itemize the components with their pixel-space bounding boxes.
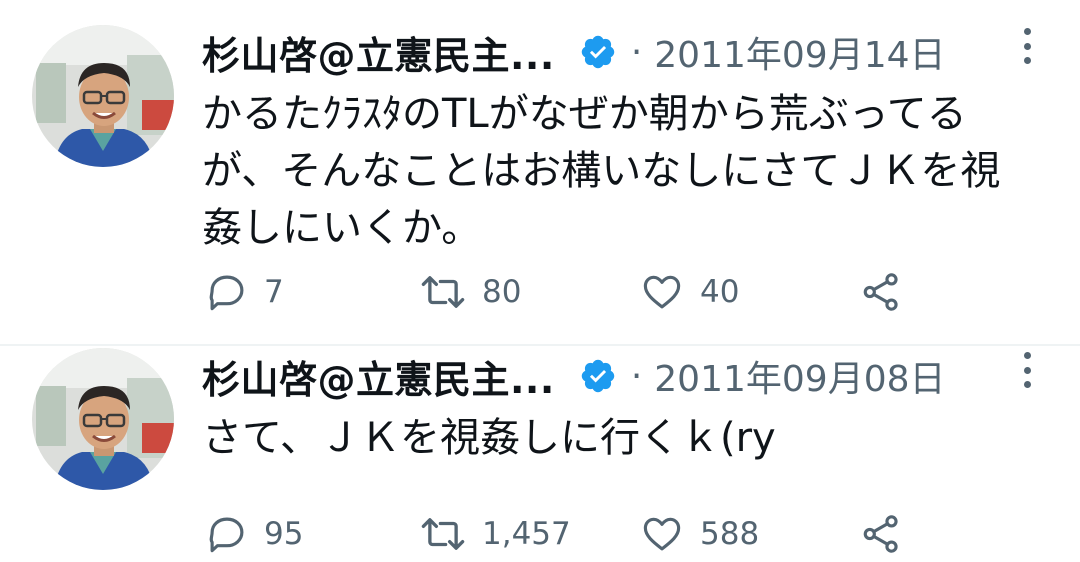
more-options-icon[interactable] (1022, 352, 1032, 388)
reply-icon (209, 275, 244, 311)
share-icon (863, 273, 898, 311)
tweet[interactable]: 杉山啓@立憲民主... · 2011年09月08日 さて、ＪＫを視姦しに行くｋ(… (0, 346, 1080, 562)
retweet-button[interactable]: 80 (420, 264, 521, 320)
share-icon (863, 515, 898, 553)
retweet-count: 80 (482, 274, 522, 310)
tweet-text: さて、ＪＫを視姦しに行くｋ(ry (202, 415, 776, 461)
verified-badge-icon (579, 33, 617, 71)
like-count: 40 (700, 274, 740, 310)
like-button[interactable]: 588 (640, 506, 759, 562)
retweet-button[interactable]: 1,457 (420, 506, 571, 562)
author-name[interactable]: 杉山啓@立憲民主... (202, 349, 555, 404)
avatar[interactable] (32, 25, 174, 167)
reply-button[interactable]: 95 (206, 506, 303, 562)
retweet-icon (421, 518, 465, 550)
retweet-icon (421, 276, 465, 308)
tweet-date[interactable]: 2011年09月14日 (654, 26, 945, 78)
verified-badge-icon (579, 357, 617, 395)
reply-icon (209, 517, 244, 553)
separator-dot: · (630, 31, 643, 73)
separator-dot: · (630, 355, 643, 397)
tweet-text: かるたｸﾗｽﾀのTLがなぜか朝から荒ぶってる が、そんなことはお構いなしにさてＪ… (202, 91, 1001, 251)
share-button[interactable] (860, 264, 902, 320)
share-button[interactable] (860, 506, 902, 562)
author-name[interactable]: 杉山啓@立憲民主... (202, 25, 555, 80)
tweet[interactable]: 杉山啓@立憲民主... · 2011年09月14日 かるたｸﾗｽﾀのTLがなぜか… (0, 0, 1080, 346)
avatar-photo (32, 348, 174, 490)
heart-icon (643, 517, 681, 551)
heart-icon (643, 275, 681, 309)
tweet-date[interactable]: 2011年09月08日 (654, 350, 945, 402)
more-options-icon[interactable] (1022, 28, 1032, 64)
avatar-photo (32, 25, 174, 167)
tweet-actions: 7 80 40 (206, 264, 926, 320)
reply-count: 7 (264, 274, 284, 310)
reply-count: 95 (264, 516, 304, 552)
like-count: 588 (700, 516, 760, 552)
avatar[interactable] (32, 348, 174, 490)
tweet-header: 杉山啓@立憲民主... · 2011年09月08日 (202, 348, 1040, 404)
reply-button[interactable]: 7 (206, 264, 284, 320)
retweet-count: 1,457 (482, 516, 571, 552)
like-button[interactable]: 40 (640, 264, 739, 320)
tweet-actions: 95 1,457 588 (206, 506, 926, 562)
tweet-header: 杉山啓@立憲民主... · 2011年09月14日 (202, 24, 1040, 80)
